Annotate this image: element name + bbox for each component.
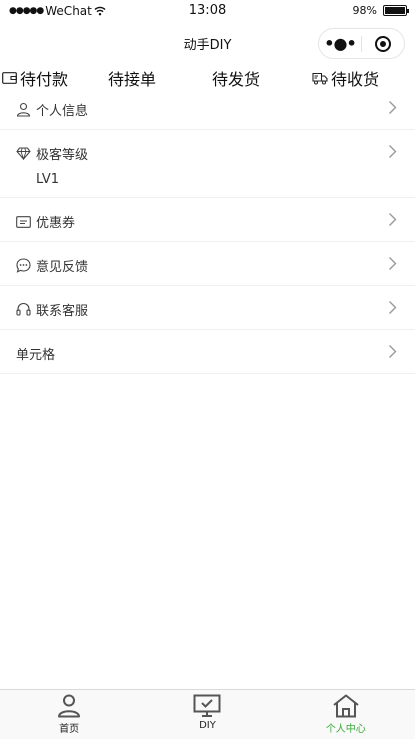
truck-icon <box>312 72 328 84</box>
close-target-icon <box>375 35 391 52</box>
monitor-check-icon <box>193 694 221 717</box>
bottom-tab-bar: 首页 DIY 个人中心 <box>0 689 415 739</box>
tab-home[interactable]: 首页 <box>0 690 138 739</box>
more-options-button[interactable]: •●• <box>319 29 361 58</box>
diamond-icon <box>16 147 31 160</box>
chevron-right-icon <box>389 301 397 314</box>
chevron-right-icon <box>389 257 397 270</box>
menu-item-geek-level[interactable]: 极客等级 LV1 <box>0 130 415 198</box>
person-icon <box>58 694 81 718</box>
menu-item-label: 意见反馈 <box>36 260 89 275</box>
menu-item-personal-info[interactable]: 个人信息 <box>0 86 415 130</box>
menu-item-label: 极客等级 <box>36 148 89 163</box>
battery-percent: 98% <box>352 4 377 17</box>
navigation-bar: 动手DIY •●• <box>0 22 415 62</box>
menu-item-label: 联系客服 <box>36 304 89 319</box>
battery-status: 98% <box>352 4 409 17</box>
tab-diy[interactable]: DIY <box>138 690 276 739</box>
menu-item-customer-service[interactable]: 联系客服 <box>0 286 415 330</box>
profile-menu-list: 个人信息 极客等级 LV1 优惠券 意见反馈 联系客服 单元格 <box>0 86 415 374</box>
chevron-right-icon <box>389 101 397 114</box>
menu-item-coupons[interactable]: 优惠券 <box>0 198 415 242</box>
menu-item-cell[interactable]: 单元格 <box>0 330 415 374</box>
wallet-icon <box>2 72 17 84</box>
menu-item-label: 个人信息 <box>36 104 89 119</box>
user-icon <box>16 102 31 117</box>
tab-label: DIY <box>199 720 216 731</box>
chevron-right-icon <box>389 345 397 358</box>
chevron-right-icon <box>389 145 397 158</box>
geek-level-value: LV1 <box>36 172 59 187</box>
house-icon <box>333 694 359 718</box>
chat-bubble-icon <box>16 258 31 273</box>
coupon-icon <box>16 215 31 228</box>
menu-item-label: 单元格 <box>16 348 56 363</box>
status-bar: ●●●●● WeChat 13:08 98% <box>0 0 415 22</box>
chevron-right-icon <box>389 213 397 226</box>
menu-item-feedback[interactable]: 意见反馈 <box>0 242 415 286</box>
tab-label: 个人中心 <box>325 724 366 735</box>
tab-label: 首页 <box>59 724 80 735</box>
battery-level <box>385 7 405 14</box>
headset-icon <box>16 302 31 316</box>
close-button[interactable] <box>362 29 404 58</box>
tab-profile-center[interactable]: 个人中心 <box>277 690 415 739</box>
menu-item-label: 优惠券 <box>36 216 76 231</box>
battery-icon <box>383 5 409 16</box>
mini-program-capsule: •●• <box>318 28 405 59</box>
